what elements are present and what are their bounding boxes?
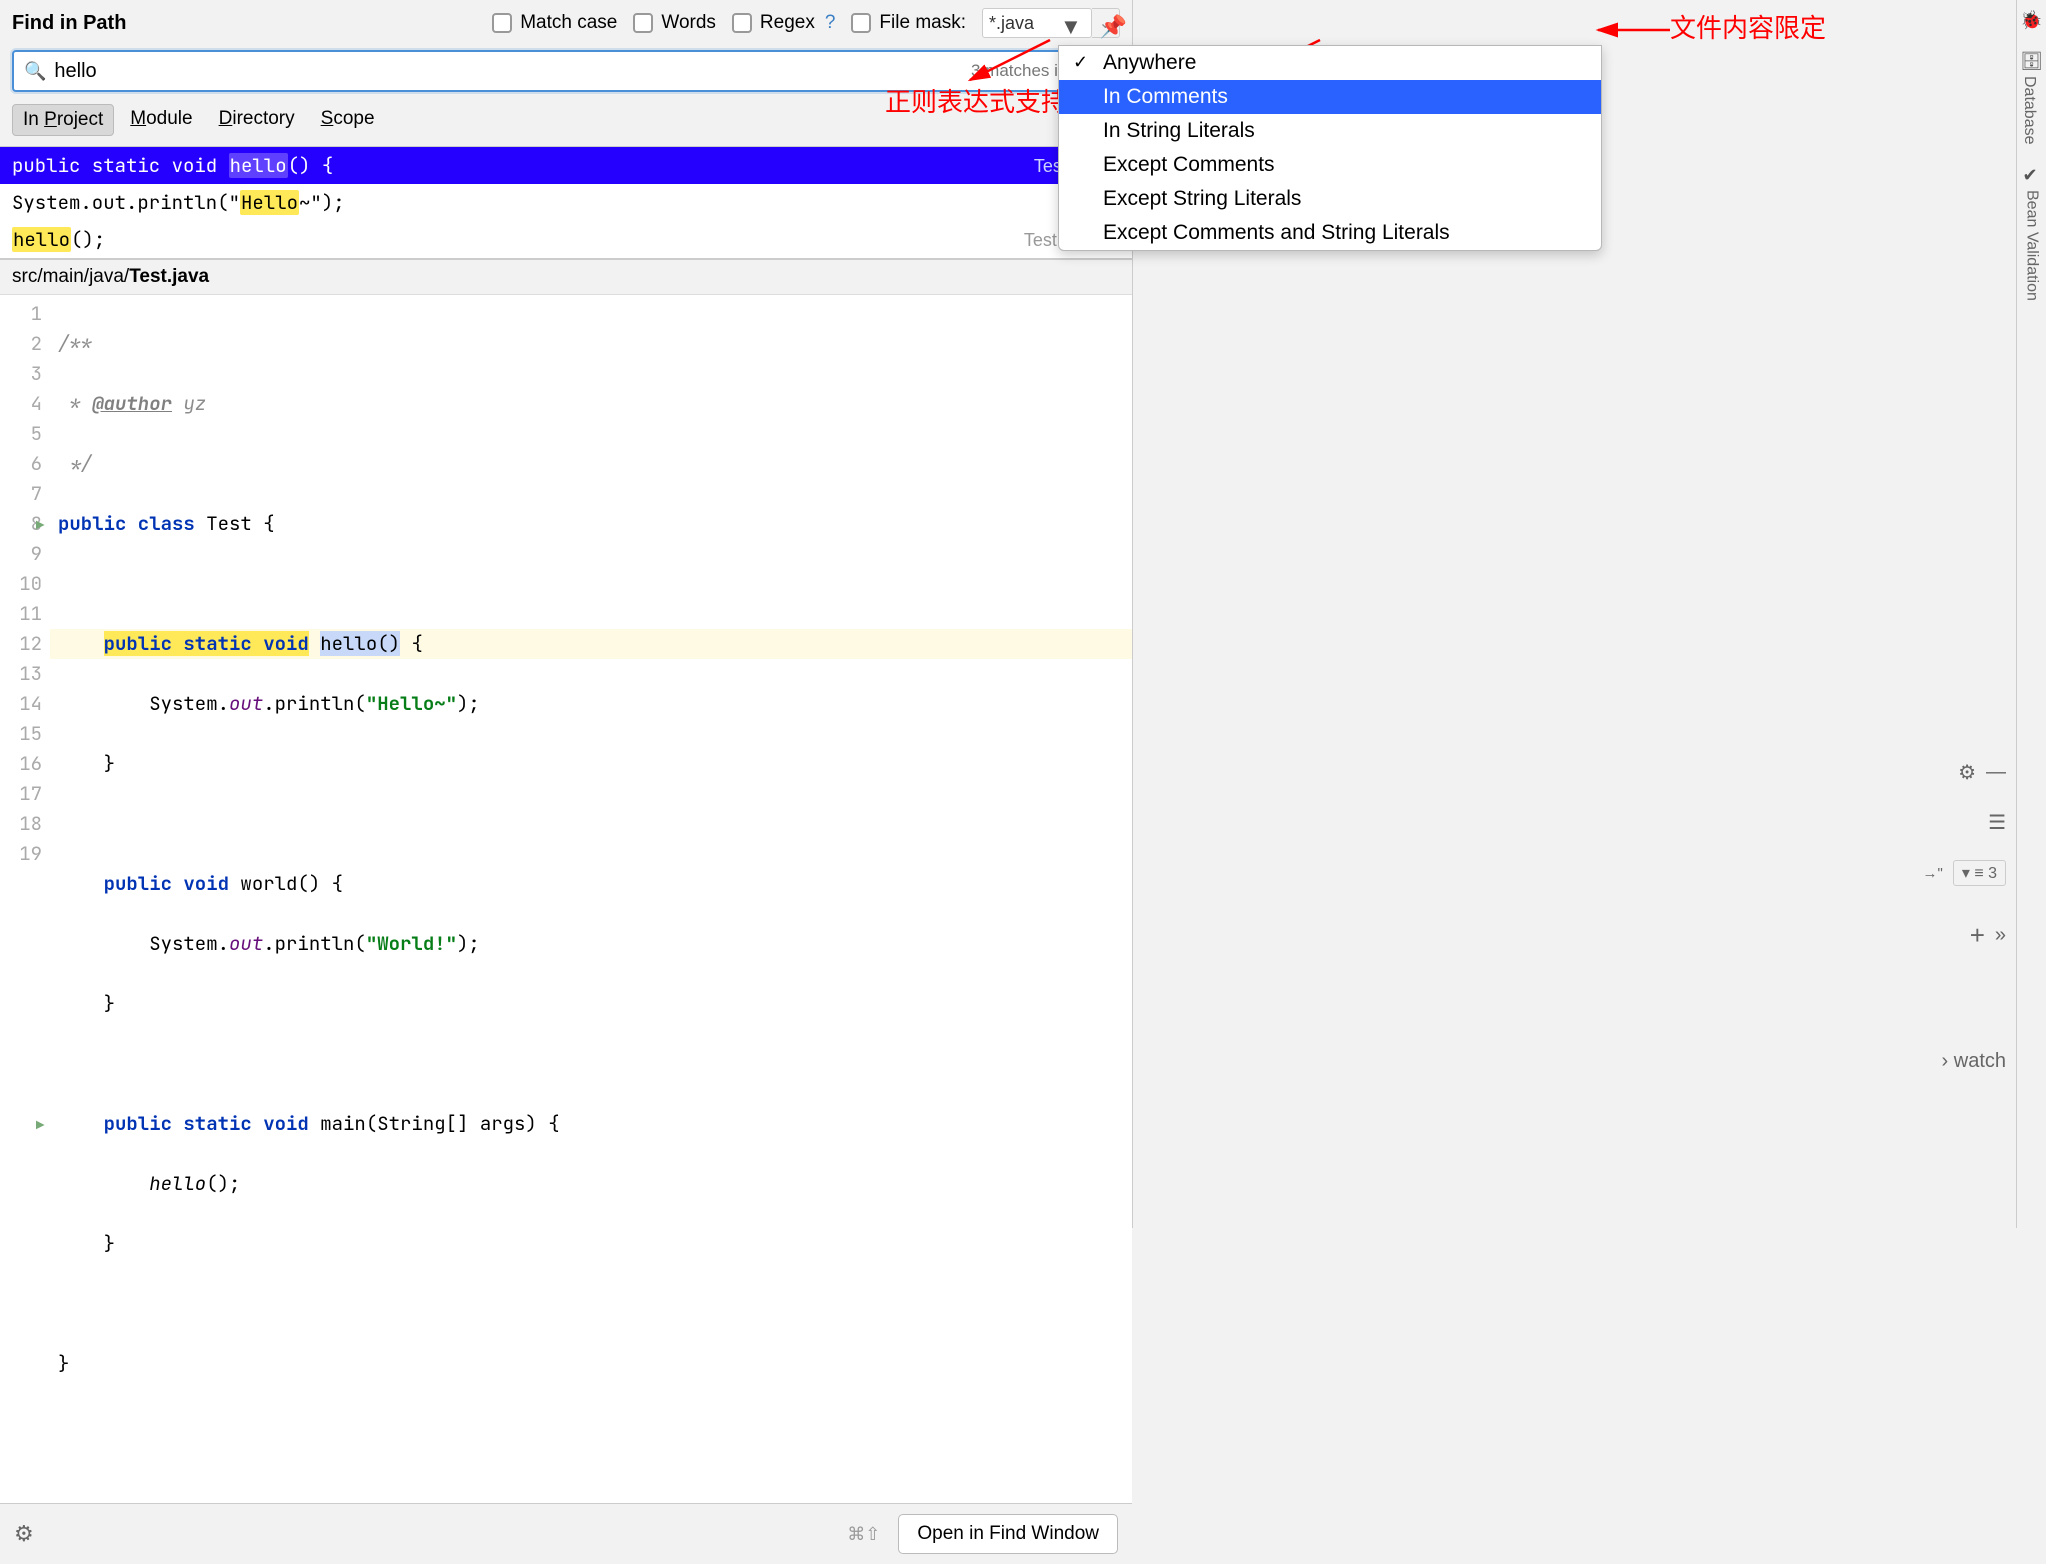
match-case-checkbox[interactable] [492, 13, 512, 33]
regex-help-icon[interactable]: ? [825, 12, 836, 34]
fold-arrow-icon[interactable]: ▶ [36, 511, 44, 541]
tab-directory[interactable]: Directory [209, 104, 305, 136]
results-list: public static void hello() { Test.java 6… [0, 146, 1132, 259]
tab-in-project[interactable]: In Project [12, 104, 114, 136]
gear-icon[interactable]: ⚙ [1958, 760, 1976, 785]
content-filter-dropdown: ✓Anywhere In Comments In String Literals… [1058, 45, 1602, 251]
search-box[interactable]: 🔍 3 matches in 1 file [12, 50, 1120, 92]
dialog-title: Find in Path [12, 12, 126, 35]
dropdown-in-string-literals[interactable]: In String Literals [1059, 114, 1601, 148]
regex-option[interactable]: Regex ? [732, 12, 836, 34]
minus-icon[interactable]: — [1986, 761, 2006, 784]
bug-icon[interactable]: 🐞 [2020, 10, 2042, 31]
file-mask-option[interactable]: File mask: [851, 12, 966, 34]
scope-tabs: In Project Module Directory Scope [0, 96, 1132, 146]
regex-checkbox[interactable] [732, 13, 752, 33]
dropdown-anywhere[interactable]: ✓Anywhere [1059, 46, 1601, 80]
words-checkbox[interactable] [633, 13, 653, 33]
file-mask-checkbox[interactable] [851, 13, 871, 33]
pin-icon[interactable]: 📌 [1100, 14, 1127, 40]
run-arrow-icon[interactable]: ▶ [36, 1111, 44, 1141]
search-icon: 🔍 [24, 61, 46, 82]
preview-path: src/main/java/Test.java [0, 260, 1132, 295]
plus-icon[interactable]: + [1970, 920, 1985, 951]
open-find-window-button[interactable]: Open in Find Window [898, 1514, 1118, 1554]
gutter: 12345678910111213141516171819 [0, 295, 50, 1503]
preview-panel: src/main/java/Test.java 1234567891011121… [0, 259, 1132, 1503]
dropdown-except-string-literals[interactable]: Except String Literals [1059, 182, 1601, 216]
code-area[interactable]: 12345678910111213141516171819 /** * @aut… [0, 295, 1132, 1503]
code-content[interactable]: /** * @author yz */ ▶public class Test {… [50, 295, 1132, 1503]
gear-icon[interactable]: ⚙ [14, 1521, 34, 1547]
search-input[interactable] [54, 60, 963, 83]
list-badge[interactable]: ▾ ≡ 3 [1953, 860, 2006, 886]
words-option[interactable]: Words [633, 12, 716, 34]
list-icon[interactable]: ☰ [1988, 810, 2006, 835]
side-tab-bean-validation[interactable]: ✔Bean Validation [2023, 165, 2041, 301]
side-tab-database[interactable]: 🗄Database [2020, 51, 2043, 145]
header: Find in Path Match case Words Regex ? Fi… [0, 0, 1132, 46]
dropdown-in-comments[interactable]: In Comments [1059, 80, 1601, 114]
shortcut-hint: ⌘⇧ [847, 1524, 880, 1545]
tab-module[interactable]: Module [120, 104, 202, 136]
match-case-option[interactable]: Match case [492, 12, 617, 34]
more-icon[interactable]: » [1995, 924, 2006, 947]
result-row[interactable]: System.out.println("Hello~"); Test.java … [0, 184, 1132, 221]
filter-icon[interactable]: ▼ [1060, 14, 1082, 40]
tab-scope[interactable]: Scope [311, 104, 385, 136]
dropdown-except-comments[interactable]: Except Comments [1059, 148, 1601, 182]
dropdown-except-both[interactable]: Except Comments and String Literals [1059, 216, 1601, 250]
result-row[interactable]: public static void hello() { Test.java 6 [0, 147, 1132, 184]
result-row[interactable]: hello(); Test.java 15 [0, 221, 1132, 258]
side-toolbar: 🐞 🗄Database ✔Bean Validation [2016, 0, 2046, 1228]
check-icon: ✓ [1073, 52, 1088, 73]
footer: ⚙ ⌘⇧ Open in Find Window [0, 1503, 1132, 1564]
